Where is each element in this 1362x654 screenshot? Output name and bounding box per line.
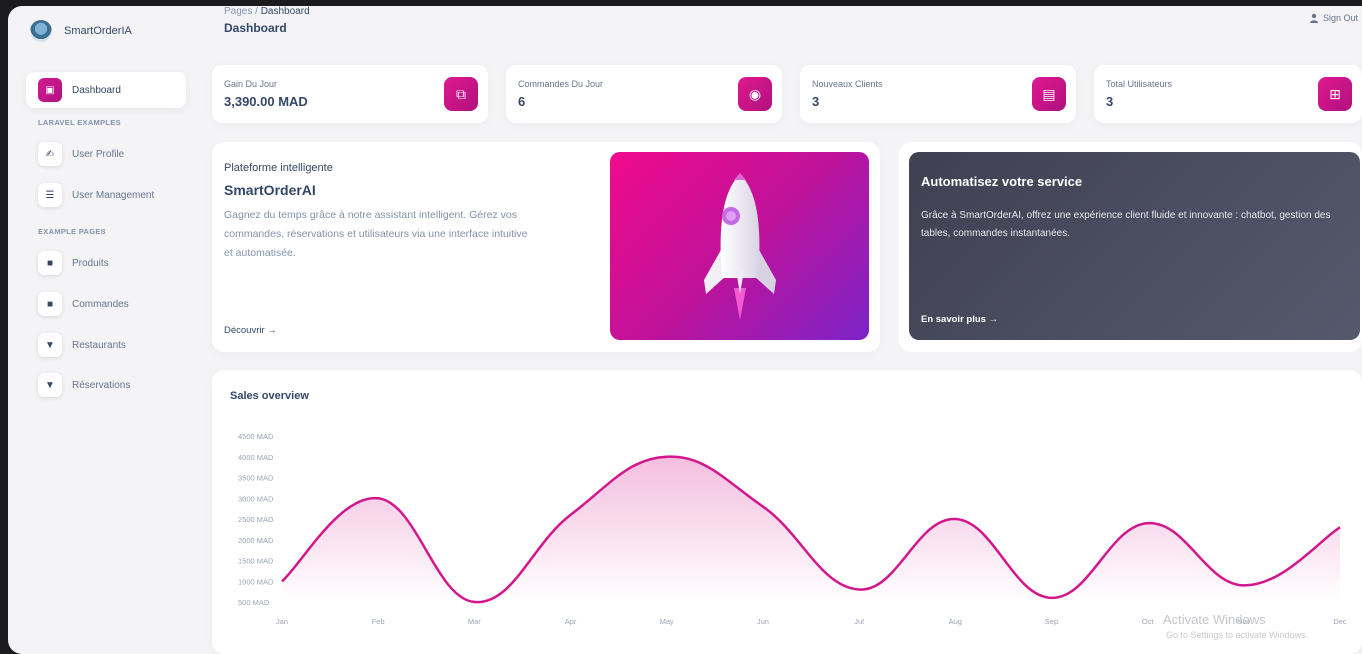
stat-value: 6 <box>518 94 526 109</box>
x-tick-label: Sep <box>1045 617 1058 626</box>
sidebar-item-user-profile[interactable]: ✍ User Profile <box>26 136 186 172</box>
x-tick-label: Dec <box>1333 617 1347 626</box>
stat-label: Commandes Du Jour <box>518 79 604 89</box>
money-icon: ⧉ <box>444 77 478 111</box>
stat-label: Nouveaux Clients <box>812 79 883 89</box>
sidebar-item-produits[interactable]: ■ Produits <box>26 245 186 281</box>
x-tick-label: Jul <box>854 617 864 626</box>
cart-icon: ■ <box>38 292 62 316</box>
y-tick-label: 2000 MAD <box>238 536 274 545</box>
hero-card: Plateforme intelligente SmartOrderAI Gag… <box>212 142 880 352</box>
stat-label: Gain Du Jour <box>224 79 278 89</box>
sidebar-item-label: Dashboard <box>72 84 121 96</box>
section-label: LARAVEL EXAMPLES <box>38 118 121 127</box>
stat-card-utilisateurs: Total Utilisateurs 3 ⊞ <box>1094 65 1362 123</box>
orders-icon: ◉ <box>738 77 772 111</box>
y-tick-label: 3000 MAD <box>238 494 274 503</box>
sidebar-item-label: User Management <box>72 189 155 201</box>
dashboard-icon: ▣ <box>38 78 62 102</box>
breadcrumb-root[interactable]: Pages <box>224 6 252 17</box>
sidebar-item-user-management[interactable]: ☰ User Management <box>26 177 186 213</box>
x-tick-label: Mar <box>468 617 481 626</box>
stat-value: 3 <box>812 94 820 109</box>
x-tick-label: Feb <box>372 617 385 626</box>
discover-link[interactable]: Découvrir → <box>224 325 277 336</box>
sidebar-item-label: User Profile <box>72 148 125 160</box>
activation-watermark-title: Activate Windows <box>1163 612 1266 627</box>
brand-logo <box>30 20 52 42</box>
activation-watermark-text: Go to Settings to activate Windows. <box>1166 630 1309 640</box>
rocket-icon <box>704 173 776 320</box>
sidebar-item-restaurants[interactable]: ▼ Restaurants <box>26 327 186 363</box>
restaurant-icon: ▼ <box>38 333 62 357</box>
stat-value: 3 <box>1106 94 1114 109</box>
x-tick-label: Aug <box>949 617 962 626</box>
brand[interactable]: SmartOrderIA <box>30 20 132 42</box>
x-tick-label: Jun <box>757 617 769 626</box>
stat-value: 3,390.00 MAD <box>224 94 308 109</box>
page-title: Dashboard <box>224 21 287 35</box>
sidebar-item-label: Commandes <box>72 298 129 310</box>
y-tick-label: 4500 MAD <box>238 432 274 441</box>
x-tick-label: Jan <box>276 617 288 626</box>
promo-card: Automatisez votre service Grâce à SmartO… <box>899 142 1362 352</box>
sidebar: SmartOrderIA ▣ Dashboard LARAVEL EXAMPLE… <box>16 6 188 654</box>
reservation-icon: ▼ <box>38 373 62 397</box>
y-tick-label: 500 MAD <box>238 598 270 607</box>
sign-out-link[interactable]: Sign Out <box>1309 13 1358 23</box>
hero-subtitle: Plateforme intelligente <box>224 162 333 174</box>
sidebar-item-commandes[interactable]: ■ Commandes <box>26 286 186 322</box>
user-profile-icon: ✍ <box>38 142 62 166</box>
stat-card-clients: Nouveaux Clients 3 ▤ <box>800 65 1076 123</box>
breadcrumb: Pages / Dashboard <box>224 6 310 17</box>
breadcrumb-separator: / <box>255 6 258 17</box>
section-label: EXAMPLE PAGES <box>38 227 106 236</box>
sign-out-label: Sign Out <box>1322 13 1358 23</box>
sales-area <box>282 456 1340 603</box>
x-tick-label: Oct <box>1142 617 1155 626</box>
stat-card-gain: Gain Du Jour 3,390.00 MAD ⧉ <box>212 65 488 123</box>
clients-icon: ▤ <box>1032 77 1066 111</box>
sidebar-item-label: Produits <box>72 257 109 269</box>
rocket-illustration <box>610 152 869 340</box>
y-tick-label: 2500 MAD <box>238 515 274 524</box>
sidebar-item-dashboard[interactable]: ▣ Dashboard <box>26 72 186 108</box>
promo-title: Automatisez votre service <box>921 174 1083 189</box>
x-tick-label: May <box>660 617 674 626</box>
users-icon: ⊞ <box>1318 77 1352 111</box>
stat-card-commandes: Commandes Du Jour 6 ◉ <box>506 65 782 123</box>
brand-name: SmartOrderIA <box>64 25 132 37</box>
list-icon: ☰ <box>38 183 62 207</box>
app-window: SmartOrderIA ▣ Dashboard LARAVEL EXAMPLE… <box>8 6 1362 654</box>
user-icon <box>1309 13 1318 23</box>
stat-label: Total Utilisateurs <box>1106 79 1173 89</box>
hero-description: Gagnez du temps grâce à notre assistant … <box>224 209 528 259</box>
learn-more-link[interactable]: En savoir plus → <box>921 314 998 325</box>
y-tick-label: 1500 MAD <box>238 557 274 566</box>
x-tick-label: Apr <box>565 617 577 626</box>
hero-title: SmartOrderAI <box>224 182 316 198</box>
sidebar-item-reservations[interactable]: ▼ Réservations <box>26 367 186 403</box>
promo-card-inner: Automatisez votre service Grâce à SmartO… <box>909 152 1360 340</box>
promo-description: Grâce à SmartOrderAI, offrez une expérie… <box>921 210 1331 239</box>
sidebar-item-label: Restaurants <box>72 339 126 351</box>
y-tick-label: 3500 MAD <box>238 474 274 483</box>
sidebar-item-label: Réservations <box>72 379 131 391</box>
y-tick-label: 1000 MAD <box>238 577 274 586</box>
box-icon: ■ <box>38 251 62 275</box>
y-tick-label: 4000 MAD <box>238 453 274 462</box>
breadcrumb-current: Dashboard <box>260 6 310 17</box>
